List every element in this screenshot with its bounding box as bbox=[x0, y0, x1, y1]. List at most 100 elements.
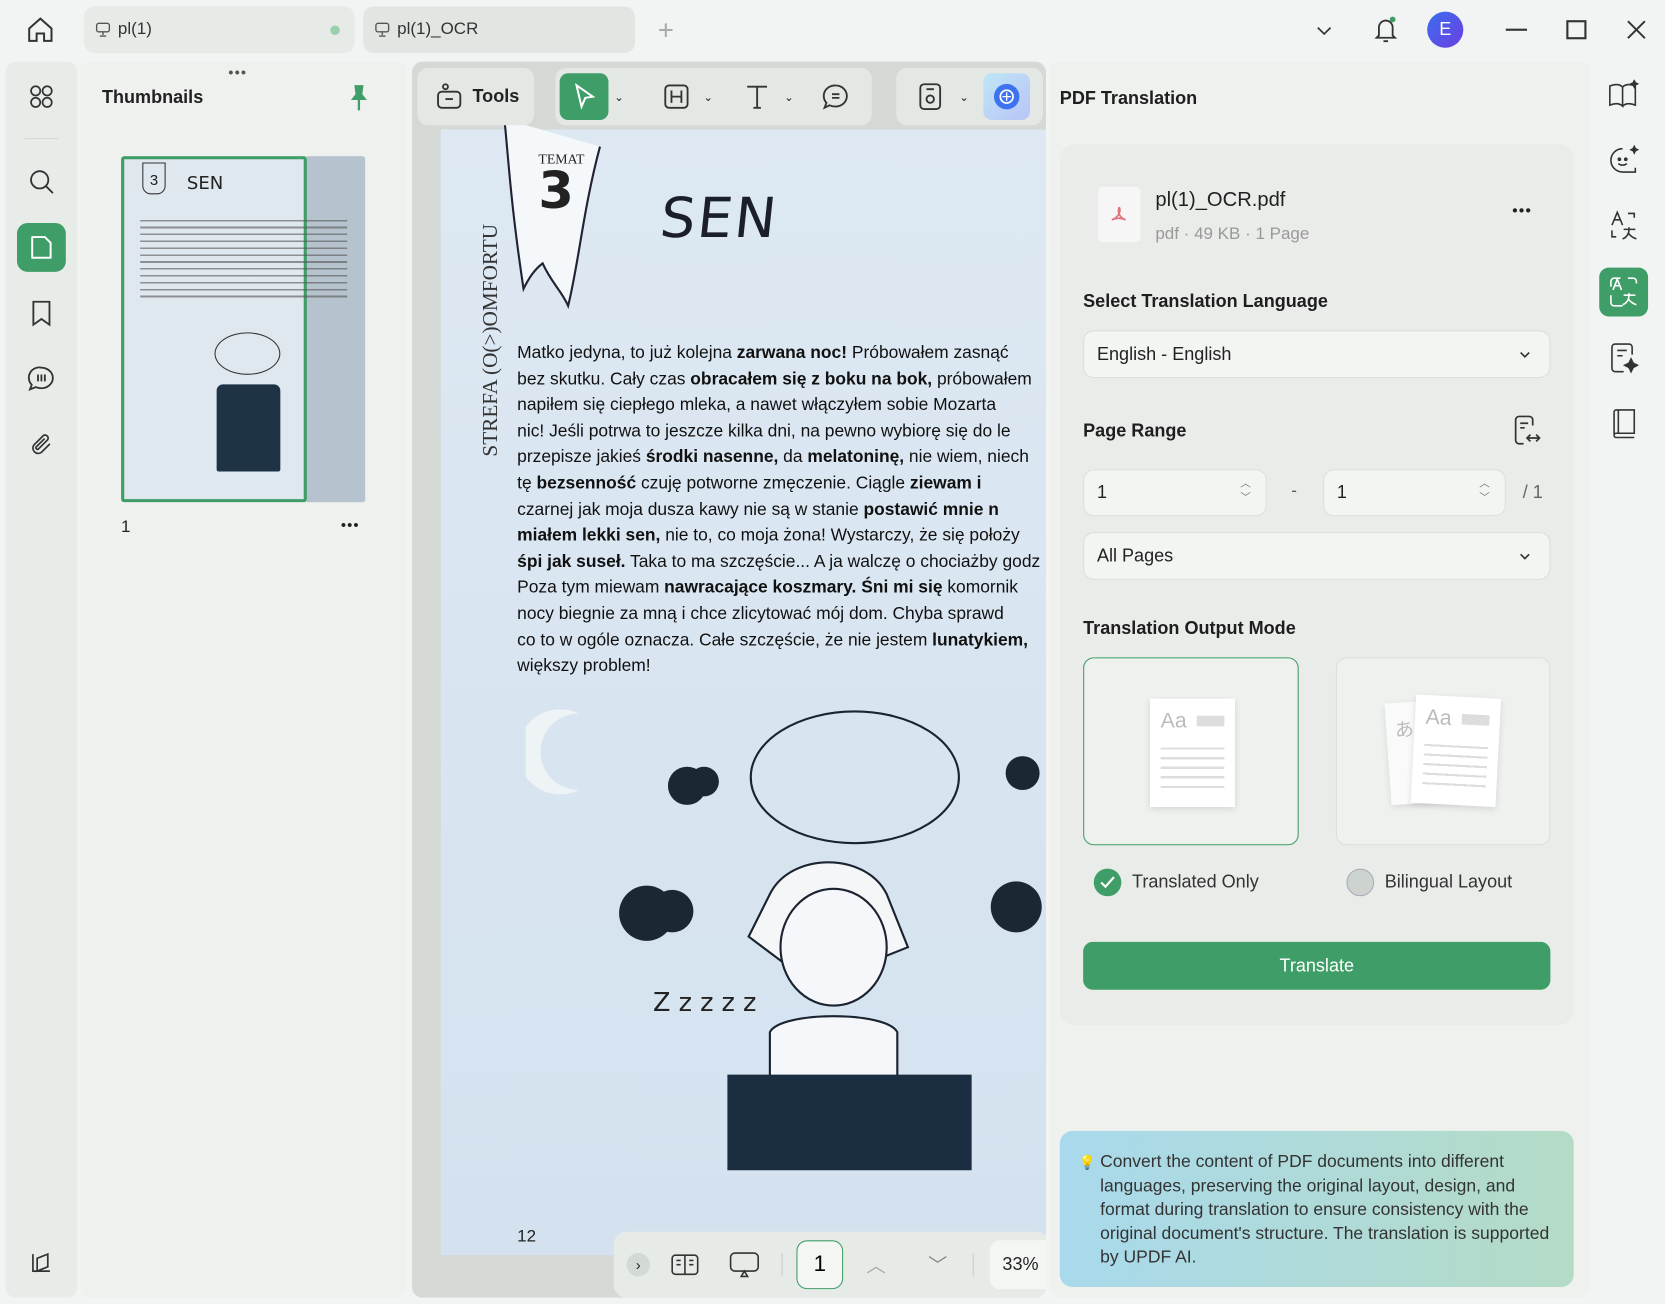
avatar[interactable]: E bbox=[1427, 11, 1464, 48]
text-line: przepisze jakieś środki nasenne, da mela… bbox=[517, 444, 1046, 470]
notifications-button[interactable] bbox=[1368, 11, 1404, 49]
highlight-dropdown[interactable]: ⌄ bbox=[700, 73, 717, 120]
save-tool-button[interactable] bbox=[907, 73, 954, 120]
page-thumbnail[interactable]: SEN 3 bbox=[121, 156, 366, 503]
zoom-level[interactable]: 33% bbox=[989, 1240, 1046, 1290]
text-run: nic! Jeśli potrwa to jeszcze kilka dni, … bbox=[517, 421, 1011, 441]
home-button[interactable] bbox=[19, 8, 61, 50]
pin-button[interactable] bbox=[347, 83, 370, 118]
bold-text: śpi jak suseł. bbox=[517, 551, 626, 572]
presentation-button[interactable] bbox=[726, 1247, 762, 1283]
pages-select[interactable]: All Pages bbox=[1083, 532, 1551, 580]
select-tool-button[interactable] bbox=[559, 73, 609, 120]
tab-pl1-ocr[interactable]: pl(1)_OCR bbox=[363, 6, 636, 54]
drag-handle[interactable]: ••• bbox=[228, 64, 247, 81]
sidebar-bottom-button[interactable] bbox=[17, 1238, 66, 1287]
sidebar-comments-button[interactable] bbox=[17, 355, 66, 404]
file-more-button[interactable]: ••• bbox=[1512, 202, 1532, 220]
pages-value: All Pages bbox=[1096, 545, 1174, 566]
text-line: nocy biegnie za mną i chce zlicytować mó… bbox=[517, 601, 1046, 627]
tools-button[interactable]: Tools bbox=[426, 73, 528, 120]
document-sparkle-icon bbox=[1611, 343, 1639, 374]
ai-assistant-button[interactable] bbox=[983, 73, 1031, 120]
range-from-stepper[interactable]: 1 ︿ ﹀ bbox=[1083, 469, 1267, 517]
range-to-stepper[interactable]: 1 ︿ ﹀ bbox=[1323, 469, 1506, 517]
sidebar-search-button[interactable] bbox=[17, 157, 66, 206]
home-icon bbox=[28, 17, 53, 42]
check-circle-icon bbox=[1093, 868, 1122, 897]
next-page-button[interactable]: ﹀ bbox=[922, 1249, 954, 1281]
radio-circle-icon bbox=[1346, 868, 1375, 897]
language-select[interactable]: English - English bbox=[1083, 330, 1551, 379]
text-dropdown[interactable]: ⌄ bbox=[780, 73, 797, 120]
search-icon bbox=[30, 170, 54, 194]
stepper-arrows[interactable]: ︿ ﹀ bbox=[1240, 477, 1251, 507]
text-run: Próbowałem zasnąć bbox=[847, 342, 1009, 363]
file-name: pl(1)_OCR.pdf bbox=[1155, 189, 1286, 212]
reader-button[interactable] bbox=[1599, 70, 1648, 119]
new-tab-button[interactable]: + bbox=[650, 13, 682, 47]
comment-tool-button[interactable] bbox=[812, 73, 859, 120]
text-run: nie to, co moja żona! Wystarczy, że się … bbox=[660, 525, 1020, 545]
select-dropdown[interactable]: ⌄ bbox=[611, 73, 628, 120]
highlight-tool-button[interactable] bbox=[653, 73, 700, 120]
monitor-icon bbox=[95, 22, 111, 37]
page-number-input[interactable] bbox=[796, 1240, 844, 1290]
translate-text-button[interactable] bbox=[1599, 202, 1648, 251]
expand-button[interactable]: › bbox=[626, 1253, 650, 1277]
document-area: TEMAT 3 SEN STREFA (O(>)OMFORTU Matko je… bbox=[412, 61, 1046, 1298]
sample-text: Aa bbox=[1425, 705, 1453, 731]
tab-pl1[interactable]: pl(1) bbox=[83, 6, 355, 54]
presentation-icon bbox=[729, 1252, 759, 1278]
thumbnails-title: Thumbnails bbox=[101, 87, 204, 108]
save-dropdown[interactable]: ⌄ bbox=[956, 73, 973, 120]
ai-chat-button[interactable] bbox=[1599, 136, 1648, 185]
text-run: co to w ogóle oznacza. Całe szczęście, ż… bbox=[517, 630, 933, 650]
dictionary-button[interactable] bbox=[1599, 399, 1648, 448]
text-line: większy problem! bbox=[517, 653, 1046, 679]
tag-number: 3 bbox=[538, 161, 574, 221]
text-run: bez skutku. Cały czas bbox=[517, 369, 691, 389]
previous-page-button[interactable]: ︿ bbox=[860, 1249, 892, 1281]
tabs-dropdown-button[interactable] bbox=[1308, 15, 1340, 47]
tools-group: Tools bbox=[417, 67, 535, 126]
mode-translated-only-card[interactable]: Aa bbox=[1083, 657, 1299, 846]
translation-card: pl(1)_OCR.pdf pdf · 49 KB · 1 Page ••• S… bbox=[1059, 144, 1574, 1025]
radio-bilingual-layout[interactable]: Bilingual Layout bbox=[1346, 868, 1513, 897]
maximize-button[interactable] bbox=[1559, 13, 1593, 47]
radio-translated-only[interactable]: Translated Only bbox=[1093, 868, 1259, 897]
grid-icon bbox=[30, 85, 53, 108]
stepper-arrows[interactable]: ︿ ﹀ bbox=[1479, 477, 1490, 507]
body-text: Matko jedyna, to już kolejna zarwana noc… bbox=[517, 340, 1046, 680]
range-total: / 1 bbox=[1522, 482, 1543, 503]
page-swap-button[interactable] bbox=[1512, 414, 1542, 451]
sidebar-thumbnails-button[interactable] bbox=[16, 222, 66, 272]
text-run: próbowałem bbox=[932, 369, 1032, 389]
sample-cjk: あ bbox=[1394, 718, 1415, 743]
radio-label: Bilingual Layout bbox=[1384, 871, 1513, 892]
pdf-translation-button[interactable] bbox=[1599, 267, 1649, 317]
bold-text: bezsenność bbox=[536, 473, 637, 493]
sidebar-apps-button[interactable] bbox=[17, 72, 66, 121]
mode-bilingual-card[interactable]: あ Aa bbox=[1335, 657, 1551, 846]
text-tool-button[interactable] bbox=[734, 73, 781, 120]
sidebar-bookmarks-button[interactable] bbox=[17, 289, 66, 338]
text-run: nocy biegnie za mną i chce zlicytować mó… bbox=[517, 604, 1004, 624]
sidebar-attachments-button[interactable] bbox=[17, 421, 66, 470]
translate-button[interactable]: Translate bbox=[1083, 941, 1551, 990]
text-run: czarnej jak moja dusza kawy nie są w sta… bbox=[517, 499, 864, 519]
thumbnail-more-button[interactable]: ••• bbox=[341, 516, 360, 533]
bold-text: melatoninę, bbox=[807, 447, 905, 467]
radio-label: Translated Only bbox=[1131, 871, 1259, 892]
close-icon bbox=[1627, 20, 1646, 39]
chevron-down-icon bbox=[1317, 27, 1332, 36]
language-label: Select Translation Language bbox=[1083, 290, 1328, 312]
text-icon bbox=[747, 85, 768, 109]
text-line: co to w ogóle oznacza. Całe szczęście, ż… bbox=[517, 627, 1046, 653]
reading-mode-button[interactable] bbox=[667, 1247, 703, 1283]
heading-icon bbox=[664, 84, 689, 109]
bold-text: zarwana noc! bbox=[736, 342, 848, 363]
ai-summary-button[interactable] bbox=[1599, 333, 1648, 382]
minimize-button[interactable] bbox=[1499, 13, 1533, 47]
close-button[interactable] bbox=[1619, 13, 1653, 47]
